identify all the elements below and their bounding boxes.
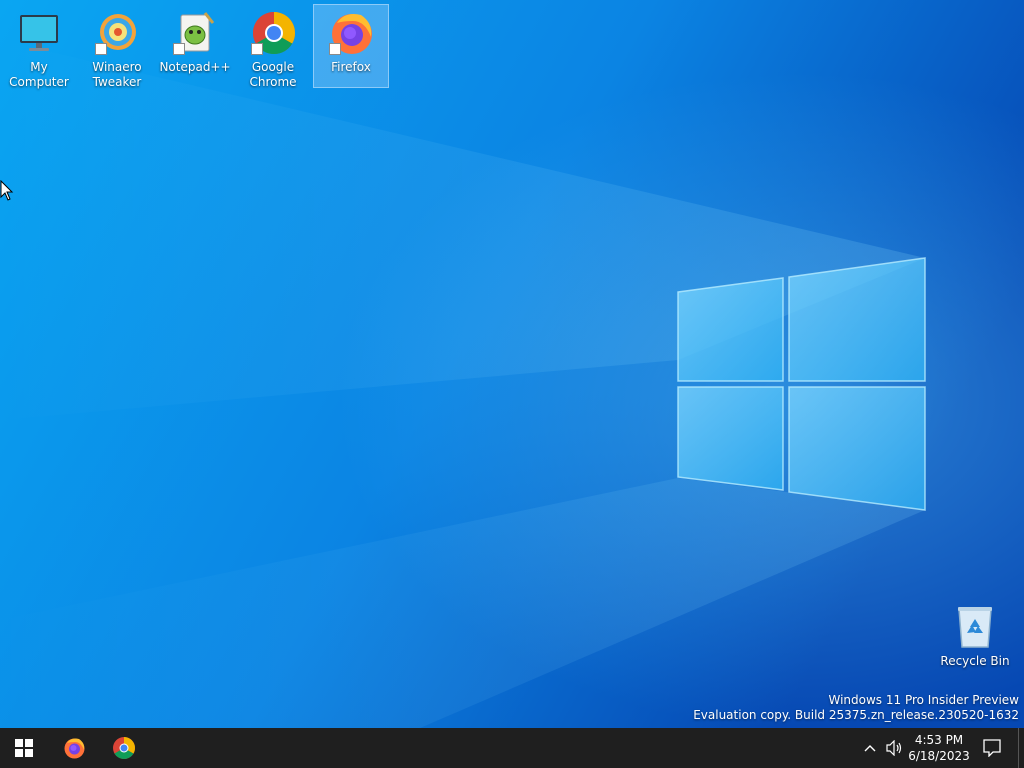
winaero-tweaker-icon [93, 9, 141, 57]
desktop-icon-my-computer[interactable]: My Computer [1, 4, 77, 89]
desktop-icon-recycle-bin[interactable]: Recycle Bin [936, 598, 1014, 682]
taskbar-pinned-firefox[interactable] [50, 728, 98, 768]
notification-center-button[interactable] [972, 728, 1012, 768]
shortcut-arrow-icon [251, 43, 263, 55]
watermark-build: Evaluation copy. Build 25375.zn_release.… [693, 708, 1019, 722]
desktop-icon-label: Notepad++ [159, 60, 231, 74]
desktop-icon-label: My Computer [9, 60, 69, 89]
monitor-icon [15, 9, 63, 57]
build-watermark: Windows 11 Pro Insider Preview Evaluatio… [693, 693, 1019, 723]
chrome-icon [249, 9, 297, 57]
taskbar-clock[interactable]: 4:53 PM 6/18/2023 [906, 728, 972, 768]
windows-logo-icon [15, 739, 33, 757]
desktop-icon-label: Winaero Tweaker [92, 60, 142, 89]
volume-button[interactable] [882, 728, 908, 768]
shortcut-arrow-icon [329, 43, 341, 55]
notepadpp-icon [171, 9, 219, 57]
desktop-icon-google-chrome[interactable]: Google Chrome [235, 4, 311, 89]
taskbar-pinned-chrome[interactable] [100, 728, 148, 768]
speaker-icon [886, 740, 902, 756]
firefox-icon [64, 738, 85, 759]
desktop-icon-winaero-tweaker[interactable]: Winaero Tweaker [79, 4, 155, 89]
notification-icon [983, 739, 1001, 757]
show-desktop-button[interactable] [1018, 728, 1024, 768]
chevron-up-icon [864, 745, 876, 752]
chrome-icon [113, 737, 135, 759]
desktop-icon-notepadpp[interactable]: Notepad++ [157, 4, 233, 88]
desktop-icon-label: Recycle Bin [940, 654, 1010, 668]
taskbar: 4:53 PM 6/18/2023 [0, 728, 1024, 768]
show-hidden-icons-button[interactable] [858, 728, 882, 768]
desktop-wallpaper [0, 0, 1024, 728]
recycle-bin-icon [951, 603, 999, 651]
desktop-icon-label: Google Chrome [249, 60, 297, 89]
shortcut-arrow-icon [173, 43, 185, 55]
desktop-icon-firefox[interactable]: Firefox [313, 4, 389, 88]
shortcut-arrow-icon [95, 43, 107, 55]
clock-time: 4:53 PM [914, 733, 964, 747]
desktop-icon-label: Firefox [331, 60, 371, 74]
watermark-edition: Windows 11 Pro Insider Preview [828, 693, 1019, 707]
mouse-cursor-icon [0, 180, 14, 201]
firefox-icon [327, 9, 375, 57]
start-button[interactable] [0, 728, 48, 768]
clock-date: 6/18/2023 [908, 749, 970, 763]
